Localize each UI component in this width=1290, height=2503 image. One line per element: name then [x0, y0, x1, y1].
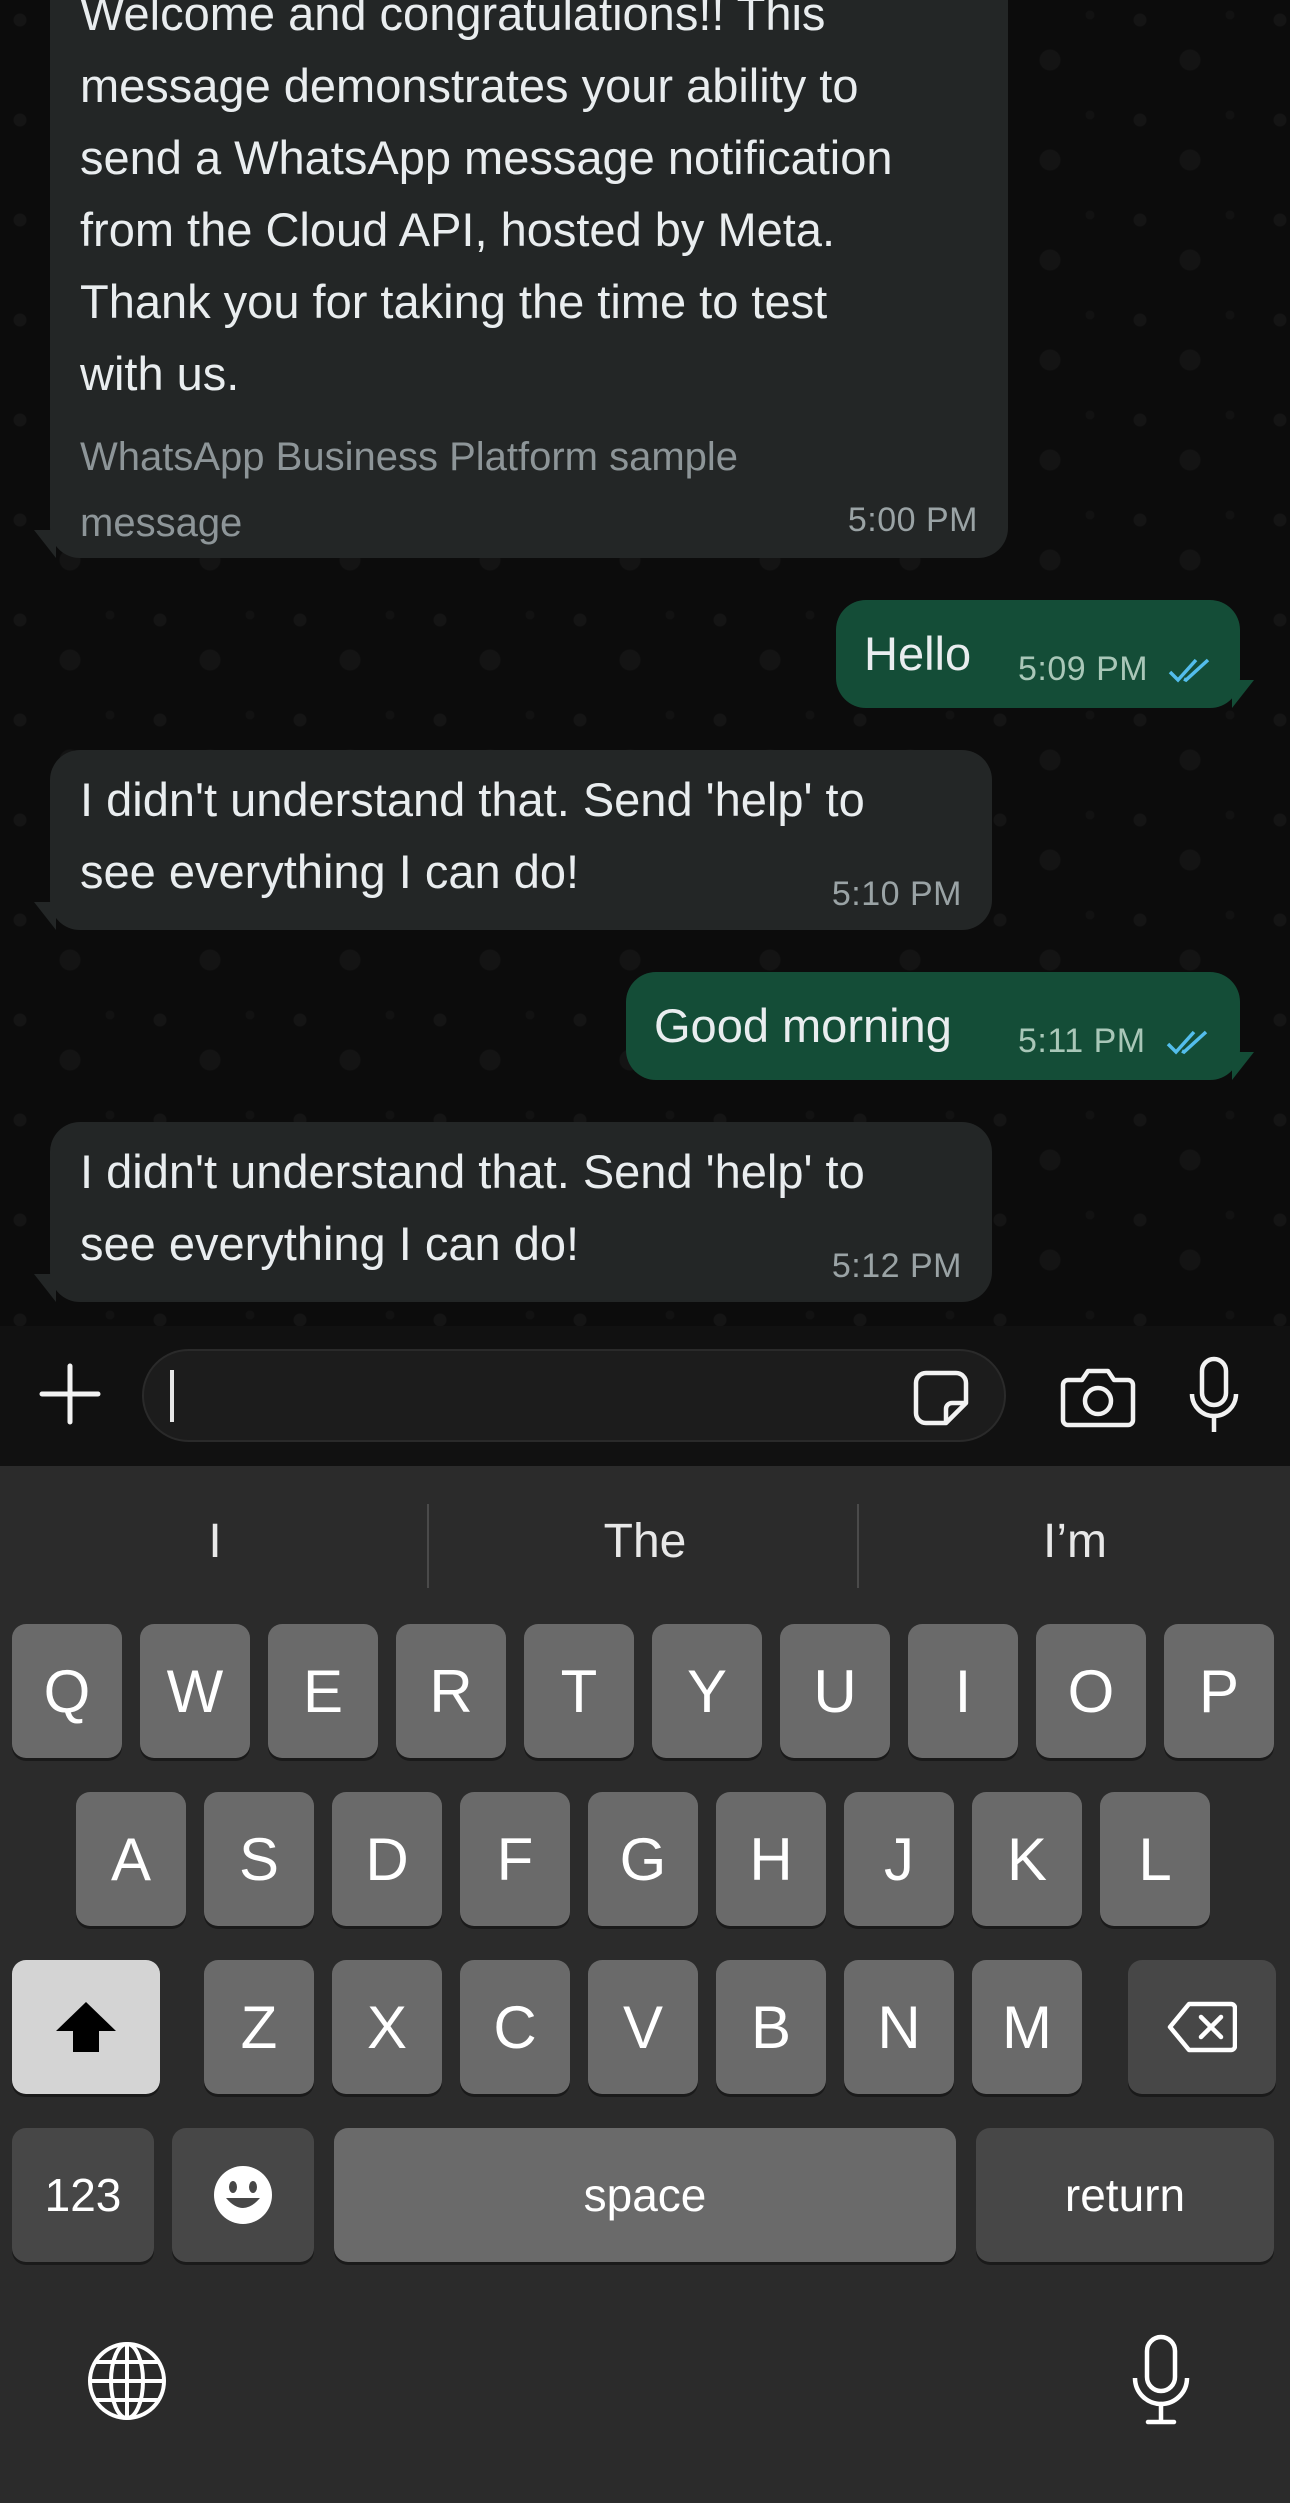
key-k[interactable]: K: [972, 1792, 1082, 1926]
sticker-icon[interactable]: [912, 1369, 970, 1427]
key-b[interactable]: B: [716, 1960, 826, 2094]
shift-key[interactable]: [12, 1960, 160, 2094]
message-text: Good morning: [654, 999, 952, 1052]
key-j[interactable]: J: [844, 1792, 954, 1926]
message-time: 5:00 PM: [847, 501, 978, 539]
message-time: 5:09 PM: [1018, 650, 1149, 688]
backspace-icon: [1167, 2001, 1237, 2053]
suggestion-item[interactable]: The: [430, 1466, 860, 1616]
message-text: Hello: [864, 627, 972, 680]
bubble-tail: [34, 530, 56, 558]
key-z[interactable]: Z: [204, 1960, 314, 2094]
key-d[interactable]: D: [332, 1792, 442, 1926]
keyboard: I The I’m Q W E R T Y U I O P A S D F G …: [0, 1466, 1290, 2503]
message-bubble-incoming[interactable]: Welcome and congratulations!! This messa…: [50, 0, 1008, 558]
message-line: from the Cloud API, hosted by Meta.: [80, 203, 836, 256]
message-bubble-incoming[interactable]: I didn't understand that. Send 'help' to…: [50, 1122, 992, 1302]
suggestion-divider: [427, 1504, 429, 1588]
message-line: Welcome and congratulations!! This: [80, 0, 826, 40]
message-bubble-outgoing[interactable]: Good morning 5:11 PM: [626, 972, 1240, 1080]
camera-icon[interactable]: [1060, 1366, 1136, 1428]
key-g[interactable]: G: [588, 1792, 698, 1926]
key-e[interactable]: E: [268, 1624, 378, 1758]
emoji-key[interactable]: [172, 2128, 314, 2262]
message-line: I didn't understand that. Send 'help' to: [80, 1145, 865, 1198]
chat-area: Welcome and congratulations!! This messa…: [0, 0, 1290, 1326]
backspace-key[interactable]: [1128, 1960, 1276, 2094]
bubble-tail: [1232, 1052, 1254, 1080]
message-input[interactable]: [142, 1349, 1006, 1442]
bubble-tail: [1232, 680, 1254, 708]
key-u[interactable]: U: [780, 1624, 890, 1758]
double-check-icon: [1168, 658, 1210, 683]
message-bubble-outgoing[interactable]: Hello 5:09 PM: [836, 600, 1240, 708]
plus-icon[interactable]: [38, 1362, 102, 1426]
numbers-key[interactable]: 123: [12, 2128, 154, 2262]
suggestion-item[interactable]: I’m: [860, 1466, 1290, 1616]
key-v[interactable]: V: [588, 1960, 698, 2094]
message-line: send a WhatsApp message notification: [80, 131, 893, 184]
key-w[interactable]: W: [140, 1624, 250, 1758]
key-n[interactable]: N: [844, 1960, 954, 2094]
key-h[interactable]: H: [716, 1792, 826, 1926]
space-key[interactable]: space: [334, 2128, 956, 2262]
message-footer: message: [80, 501, 243, 545]
message-line: message demonstrates your ability to: [80, 59, 859, 112]
key-r[interactable]: R: [396, 1624, 506, 1758]
microphone-icon[interactable]: [1188, 1356, 1240, 1436]
globe-icon[interactable]: [86, 2340, 168, 2422]
composer-bar: [0, 1326, 1290, 1466]
bubble-tail: [34, 902, 56, 930]
key-o[interactable]: O: [1036, 1624, 1146, 1758]
key-y[interactable]: Y: [652, 1624, 762, 1758]
key-c[interactable]: C: [460, 1960, 570, 2094]
return-key[interactable]: return: [976, 2128, 1274, 2262]
message-line: Thank you for taking the time to test: [80, 275, 828, 328]
message-time: 5:11 PM: [1018, 1022, 1146, 1060]
message-line: I didn't understand that. Send 'help' to: [80, 773, 865, 826]
key-p[interactable]: P: [1164, 1624, 1274, 1758]
key-i[interactable]: I: [908, 1624, 1018, 1758]
suggestion-divider: [857, 1504, 859, 1588]
message-line: with us.: [80, 347, 240, 400]
double-check-icon: [1166, 1030, 1207, 1055]
shift-icon: [56, 2002, 116, 2052]
key-f[interactable]: F: [460, 1792, 570, 1926]
dictation-mic-icon[interactable]: [1130, 2334, 1192, 2426]
message-line: see everything I can do!: [80, 1217, 580, 1270]
message-meta: 5:09 PM: [1018, 650, 1214, 689]
key-l[interactable]: L: [1100, 1792, 1210, 1926]
message-time: 5:10 PM: [831, 875, 962, 913]
bubble-tail: [34, 1274, 56, 1302]
key-x[interactable]: X: [332, 1960, 442, 2094]
message-line: see everything I can do!: [80, 845, 580, 898]
key-a[interactable]: A: [76, 1792, 186, 1926]
key-m[interactable]: M: [972, 1960, 1082, 2094]
key-q[interactable]: Q: [12, 1624, 122, 1758]
suggestion-item[interactable]: I: [0, 1466, 430, 1616]
message-meta: 5:11 PM: [1018, 1022, 1212, 1061]
message-time: 5:12 PM: [831, 1247, 962, 1285]
message-bubble-incoming[interactable]: I didn't understand that. Send 'help' to…: [50, 750, 992, 930]
message-footer: WhatsApp Business Platform sample: [80, 435, 739, 479]
key-s[interactable]: S: [204, 1792, 314, 1926]
emoji-icon: [214, 2166, 272, 2224]
text-caret: [170, 1370, 174, 1422]
key-t[interactable]: T: [524, 1624, 634, 1758]
